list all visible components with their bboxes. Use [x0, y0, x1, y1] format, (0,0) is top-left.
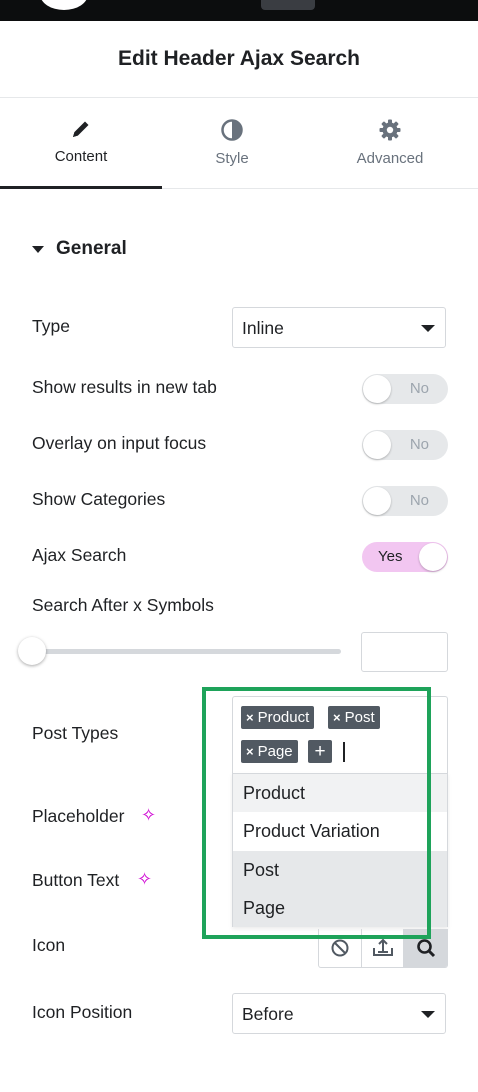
tag-product: × Product	[241, 706, 315, 729]
caret-down-icon	[32, 245, 44, 253]
tab-style-label: Style	[215, 150, 249, 167]
post-types-multiselect[interactable]: × Product × Post × Page +	[232, 696, 448, 773]
symbols-number-input[interactable]	[361, 632, 448, 672]
symbols-slider-handle[interactable]	[18, 637, 46, 665]
icon-position-value: Before	[242, 1004, 294, 1024]
tab-content[interactable]: Content	[0, 98, 162, 189]
post-types-dropdown: Product Product Variation Post Page	[232, 773, 448, 927]
overlay-label: Overlay on input focus	[32, 433, 207, 453]
post-types-label: Post Types	[32, 723, 119, 743]
button-text-label: Button Text	[32, 870, 120, 890]
chevron-down-icon	[421, 325, 435, 332]
section-title: General	[56, 238, 127, 259]
toggle-knob	[419, 543, 447, 571]
remove-tag-icon[interactable]: ×	[246, 710, 254, 725]
new-tab-label: Show results in new tab	[32, 377, 217, 397]
ajax-label: Ajax Search	[32, 545, 127, 565]
toggle-knob	[363, 375, 391, 403]
toggle-knob	[363, 431, 391, 459]
remove-tag-icon[interactable]: ×	[333, 710, 341, 725]
new-tab-toggle[interactable]: No	[362, 374, 448, 404]
ai-sparkle-icon[interactable]: ✧	[141, 805, 156, 826]
half-circle-icon	[221, 119, 243, 141]
remove-tag-icon[interactable]: ×	[246, 744, 254, 759]
icon-choice-none[interactable]	[319, 929, 362, 967]
option-page[interactable]: Page	[233, 889, 447, 927]
icon-position-select[interactable]: Before	[232, 993, 446, 1034]
categories-label: Show Categories	[32, 489, 166, 509]
search-icon	[416, 939, 435, 958]
icon-position-label: Icon Position	[32, 1002, 133, 1022]
toggle-knob	[363, 487, 391, 515]
tab-advanced[interactable]: Advanced	[302, 98, 478, 188]
tag-label: Product	[257, 709, 310, 726]
tag-label: Post	[344, 709, 375, 726]
toggle-state: No	[409, 436, 429, 453]
top-bar-handle	[261, 0, 315, 10]
panel-title: Edit Header Ajax Search	[0, 21, 478, 98]
none-icon	[331, 939, 349, 957]
avatar[interactable]	[40, 0, 88, 10]
type-select[interactable]: Inline	[232, 307, 446, 348]
tag-label: Page	[257, 743, 293, 760]
gear-icon	[379, 119, 401, 141]
option-post[interactable]: Post	[233, 851, 447, 889]
type-label: Type	[32, 316, 70, 336]
icon-choices	[318, 929, 448, 968]
tag-page: × Page	[241, 740, 298, 763]
tab-advanced-label: Advanced	[356, 150, 424, 167]
section-general-toggle[interactable]: General	[32, 238, 127, 260]
text-cursor	[343, 742, 345, 762]
option-product[interactable]: Product	[233, 774, 447, 812]
categories-toggle[interactable]: No	[362, 486, 448, 516]
option-product-variation[interactable]: Product Variation	[233, 812, 447, 850]
toggle-state: No	[409, 380, 429, 397]
icon-choice-upload[interactable]	[362, 929, 405, 967]
toggle-state: Yes	[378, 548, 403, 565]
icon-choice-search[interactable]	[404, 929, 447, 967]
ai-sparkle-icon[interactable]: ✧	[137, 869, 152, 890]
pencil-icon	[73, 121, 89, 137]
placeholder-label: Placeholder	[32, 806, 125, 826]
top-bar	[0, 0, 478, 21]
symbols-label: Search After x Symbols	[32, 595, 214, 615]
overlay-toggle[interactable]: No	[362, 430, 448, 460]
toggle-state: No	[409, 492, 429, 509]
chevron-down-icon	[421, 1011, 435, 1018]
type-select-value: Inline	[242, 318, 284, 338]
tab-bar: Content Style Advanced	[0, 98, 478, 189]
upload-icon	[372, 938, 393, 956]
tab-style[interactable]: Style	[162, 98, 302, 188]
add-tag-button[interactable]: +	[308, 740, 332, 763]
tab-content-label: Content	[54, 148, 108, 165]
tag-post: × Post	[328, 706, 380, 729]
symbols-slider-track[interactable]	[32, 649, 341, 654]
icon-label: Icon	[32, 935, 66, 955]
ajax-toggle[interactable]: Yes	[362, 542, 448, 572]
